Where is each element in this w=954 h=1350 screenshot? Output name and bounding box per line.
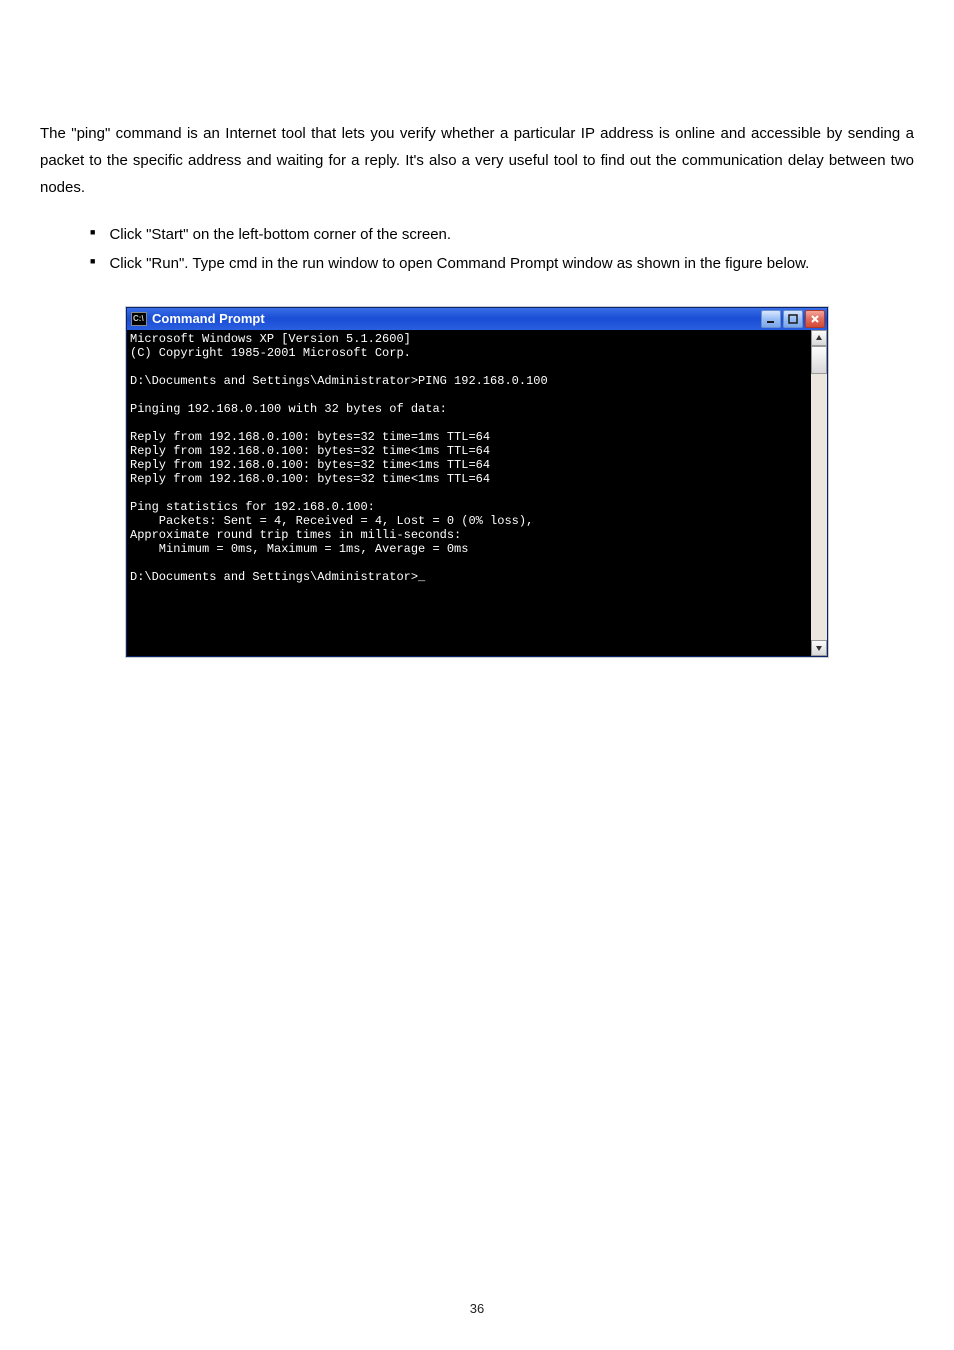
bullet-square-icon: ■ [90,250,95,272]
page-number: 36 [0,1297,954,1320]
system-menu-icon[interactable]: C:\ [131,312,147,326]
command-prompt-window: C:\ Command Prompt Microsoft Windows XP … [126,307,828,657]
bullet-list: ■ Click "Start" on the left-bottom corne… [90,221,914,277]
scrollbar-thumb[interactable] [811,346,827,374]
minimize-button[interactable] [761,310,781,328]
scroll-up-button[interactable] [811,330,827,346]
window-titlebar[interactable]: C:\ Command Prompt [127,308,827,330]
list-item-text: Click "Run". Type cmd in the run window … [109,250,809,277]
list-item-text: Click "Start" on the left-bottom corner … [109,221,451,248]
body-paragraph: The "ping" command is an Internet tool t… [40,120,914,201]
maximize-button[interactable] [783,310,803,328]
scroll-down-button[interactable] [811,640,827,656]
list-item: ■ Click "Start" on the left-bottom corne… [90,221,914,248]
window-title: Command Prompt [152,307,761,330]
scrollbar-track[interactable] [811,346,827,640]
console-output[interactable]: Microsoft Windows XP [Version 5.1.2600] … [127,330,811,656]
vertical-scrollbar[interactable] [811,330,827,656]
list-item: ■ Click "Run". Type cmd in the run windo… [90,250,914,277]
bullet-square-icon: ■ [90,221,95,243]
close-button[interactable] [805,310,825,328]
